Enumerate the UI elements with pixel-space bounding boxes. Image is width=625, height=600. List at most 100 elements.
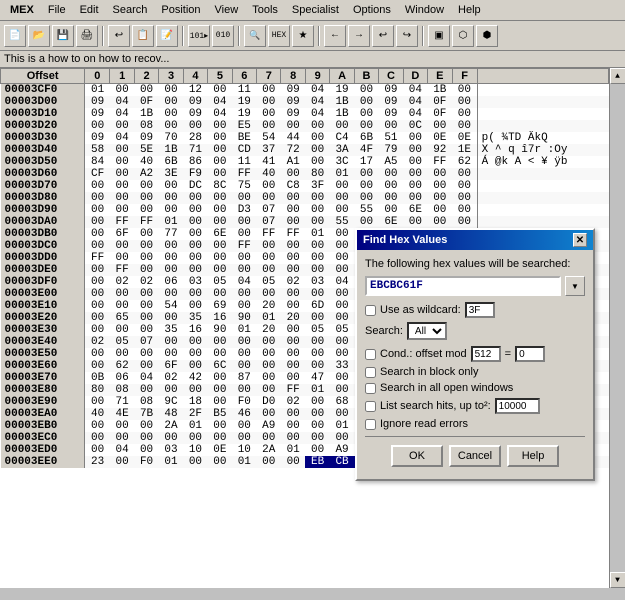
hex-byte[interactable]: 48 (159, 408, 183, 420)
hex-byte[interactable]: D0 (257, 396, 281, 408)
hex-byte[interactable]: 00 (354, 216, 378, 228)
hex-byte[interactable]: 65 (110, 312, 134, 324)
hex-byte[interactable]: 00 (110, 420, 134, 432)
hex-byte[interactable]: 00 (134, 240, 158, 252)
hex-byte[interactable]: 00 (232, 288, 256, 300)
hex-byte[interactable]: 00 (330, 252, 354, 264)
dialog-title-bar[interactable]: Find Hex Values ✕ (357, 230, 593, 250)
hex-byte[interactable]: 00 (452, 84, 477, 97)
hex-byte[interactable]: 04 (403, 108, 427, 120)
hex-byte[interactable]: 00 (183, 300, 207, 312)
hex-byte[interactable]: 00 (281, 216, 305, 228)
hex-byte[interactable]: 6D (305, 300, 329, 312)
hex-byte[interactable]: 90 (232, 312, 256, 324)
hex-byte[interactable]: 00 (281, 372, 305, 384)
hex-byte[interactable]: 00 (281, 288, 305, 300)
hex-byte[interactable]: 20 (257, 300, 281, 312)
hex-byte[interactable]: BE (232, 132, 256, 144)
hex-byte[interactable]: 00 (110, 156, 134, 168)
hex-byte[interactable]: 00 (110, 120, 134, 132)
hex-byte[interactable]: 00 (330, 228, 354, 240)
toolbar-copy[interactable]: 📋 (132, 25, 154, 47)
hex-byte[interactable]: 00 (134, 180, 158, 192)
hex-byte[interactable]: 84 (85, 156, 110, 168)
hex-byte[interactable]: FF (110, 216, 134, 228)
hex-byte[interactable]: 16 (183, 324, 207, 336)
toolbar-new[interactable]: 📄 (4, 25, 26, 47)
hex-byte[interactable]: 10 (183, 444, 207, 456)
hex-byte[interactable]: 46 (232, 408, 256, 420)
hex-byte[interactable]: 00 (134, 288, 158, 300)
hex-byte[interactable]: 09 (379, 84, 403, 97)
hex-byte[interactable]: 0F (428, 108, 452, 120)
hex-byte[interactable]: FF (110, 264, 134, 276)
hex-byte[interactable]: 2F (183, 408, 207, 420)
hex-byte[interactable]: 00 (134, 192, 158, 204)
hex-byte[interactable]: 05 (208, 276, 232, 288)
hex-byte[interactable]: 00 (281, 240, 305, 252)
hex-byte[interactable]: 00 (257, 120, 281, 132)
hex-byte[interactable]: 00 (281, 336, 305, 348)
hex-byte[interactable]: 00 (208, 204, 232, 216)
hex-byte[interactable]: 00 (354, 180, 378, 192)
hex-byte[interactable]: 01 (281, 444, 305, 456)
hex-byte[interactable]: 00 (159, 312, 183, 324)
hex-byte[interactable]: 00 (183, 120, 207, 132)
hex-byte[interactable]: 00 (281, 456, 305, 468)
hex-byte[interactable]: 00 (305, 336, 329, 348)
hex-byte[interactable]: 28 (183, 132, 207, 144)
hex-byte[interactable]: 00 (428, 192, 452, 204)
hex-byte[interactable]: 00 (281, 324, 305, 336)
hex-byte[interactable]: 00 (110, 204, 134, 216)
hex-byte[interactable]: 00 (183, 204, 207, 216)
hex-byte[interactable]: 00 (85, 396, 110, 408)
hex-byte[interactable]: 00 (403, 144, 427, 156)
hex-byte[interactable]: 00 (85, 444, 110, 456)
hex-byte[interactable]: 71 (110, 396, 134, 408)
hex-byte[interactable]: 00 (281, 348, 305, 360)
toolbar-hex2[interactable]: 010 (212, 25, 234, 47)
hex-byte[interactable]: 00 (159, 336, 183, 348)
hex-byte[interactable]: 07 (134, 336, 158, 348)
hex-byte[interactable]: 00 (232, 336, 256, 348)
hex-byte[interactable]: 00 (257, 240, 281, 252)
hex-byte[interactable]: 00 (134, 228, 158, 240)
hex-byte[interactable]: 01 (183, 420, 207, 432)
hex-byte[interactable]: 19 (232, 96, 256, 108)
hex-byte[interactable]: 00 (85, 264, 110, 276)
hex-byte[interactable]: 09 (85, 108, 110, 120)
hex-byte[interactable]: 18 (183, 396, 207, 408)
hex-byte[interactable]: 00 (85, 432, 110, 444)
hex-byte[interactable]: 04 (403, 96, 427, 108)
hex-byte[interactable]: 00 (257, 288, 281, 300)
hex-byte[interactable]: 00 (305, 348, 329, 360)
hex-byte[interactable]: 00 (208, 252, 232, 264)
block-checkbox[interactable] (365, 367, 376, 378)
hex-byte[interactable]: 00 (257, 348, 281, 360)
hex-byte[interactable]: 1B (330, 96, 354, 108)
toolbar-print[interactable]: 🖨 (76, 25, 98, 47)
hex-byte[interactable]: 00 (232, 360, 256, 372)
hex-byte[interactable]: 37 (257, 144, 281, 156)
hex-byte[interactable]: 00 (208, 156, 232, 168)
toolbar-undo[interactable]: ↩ (108, 25, 130, 47)
hex-byte[interactable]: 72 (281, 144, 305, 156)
hex-byte[interactable]: 09 (183, 108, 207, 120)
hex-byte[interactable]: 00 (208, 432, 232, 444)
hex-byte[interactable]: 00 (305, 216, 329, 228)
hex-byte[interactable]: 00 (452, 180, 477, 192)
hex-byte[interactable]: A9 (257, 420, 281, 432)
hex-byte[interactable]: 0E (208, 444, 232, 456)
hex-byte[interactable]: 00 (159, 384, 183, 396)
hex-byte[interactable]: 00 (330, 264, 354, 276)
menu-position[interactable]: Position (155, 2, 206, 18)
hex-byte[interactable]: 00 (208, 168, 232, 180)
list-hits-value-input[interactable] (495, 398, 540, 414)
search-select[interactable]: All (407, 322, 447, 340)
hex-byte[interactable]: 00 (183, 384, 207, 396)
list-hits-checkbox[interactable] (365, 401, 376, 412)
hex-byte[interactable]: 00 (232, 300, 256, 312)
hex-byte[interactable]: 02 (281, 276, 305, 288)
toolbar-hex[interactable]: 101▸ (188, 25, 210, 47)
hex-byte[interactable]: 1E (452, 144, 477, 156)
